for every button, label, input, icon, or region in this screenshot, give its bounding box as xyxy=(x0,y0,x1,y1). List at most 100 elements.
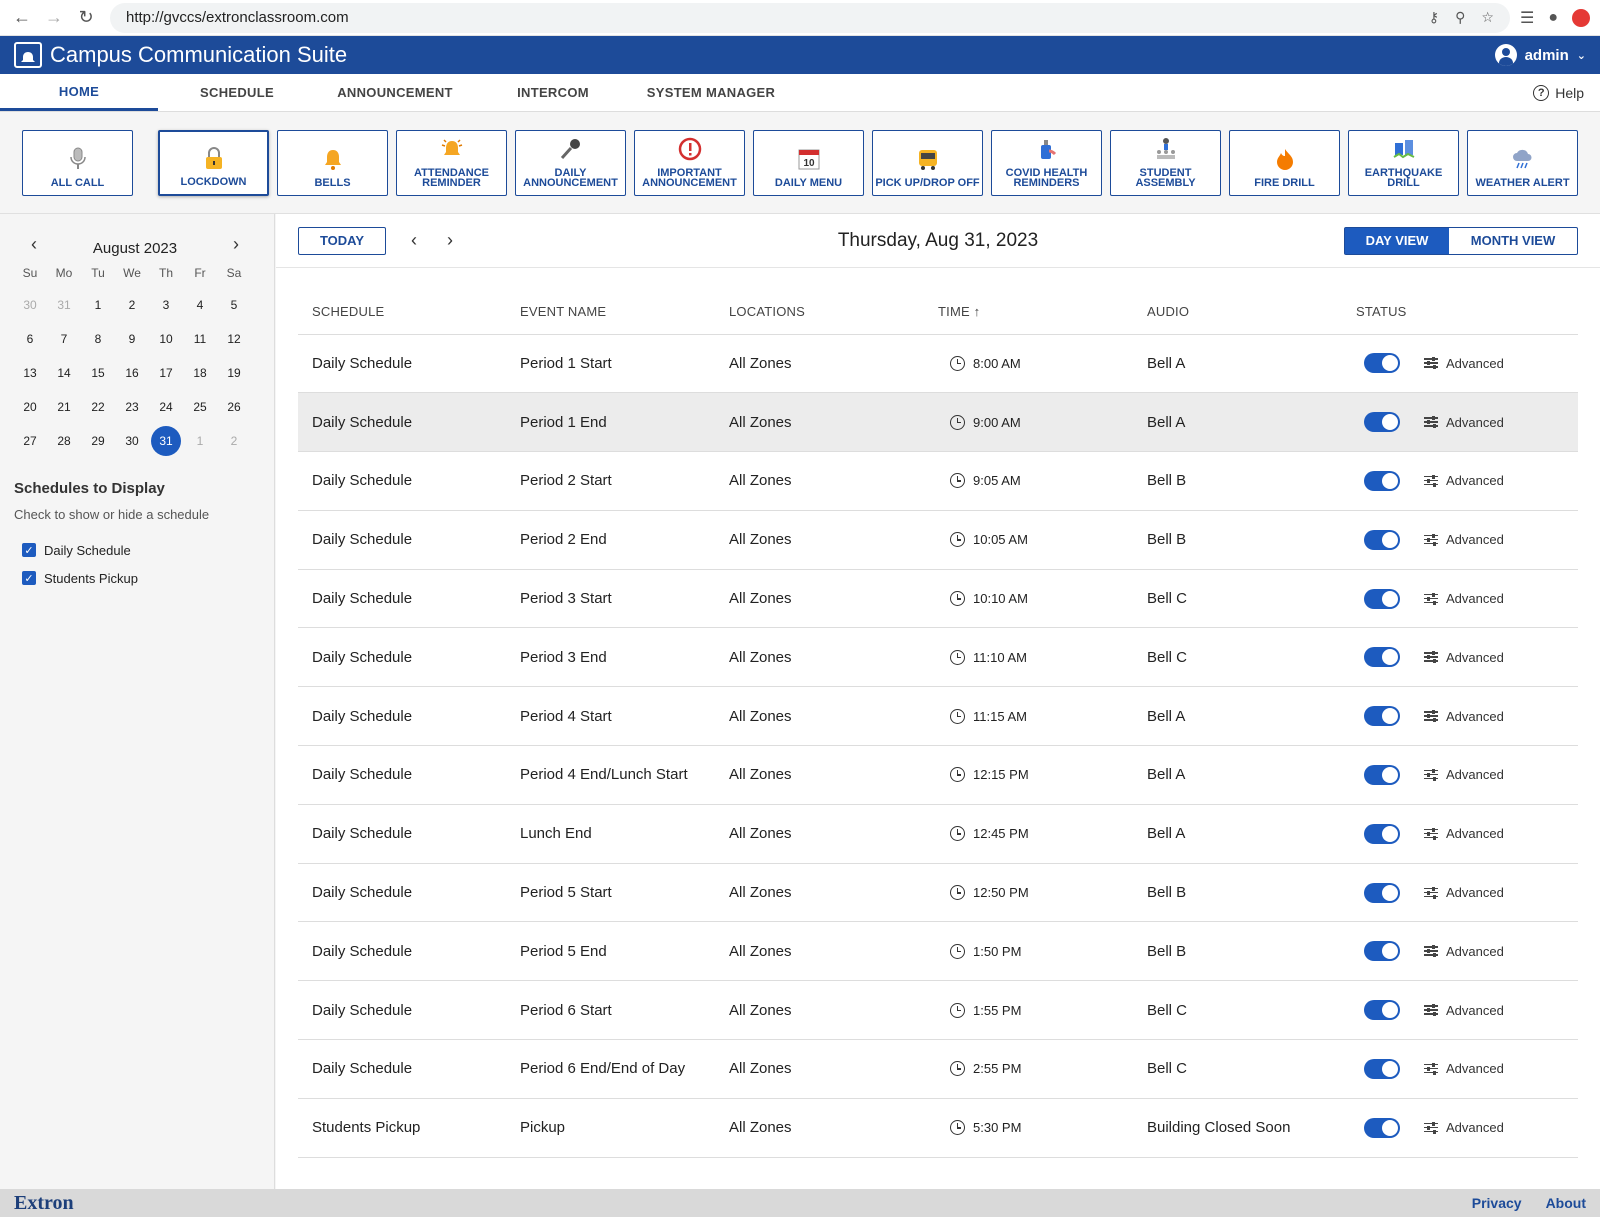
calendar-day[interactable]: 18 xyxy=(183,356,217,390)
status-toggle[interactable] xyxy=(1364,647,1400,668)
table-row[interactable]: Daily Schedule Period 5 End All Zones 1:50 … xyxy=(298,921,1578,982)
schedule-toggle-pickup[interactable]: ✓ Students Pickup xyxy=(22,564,274,592)
student-assembly-button[interactable]: STUDENT ASSEMBLY xyxy=(1110,130,1221,196)
column-header-audio[interactable]: AUDIO xyxy=(1133,290,1342,335)
calendar-day[interactable]: 2 xyxy=(217,424,251,458)
calendar-day[interactable]: 9 xyxy=(115,322,149,356)
important-announcement-button[interactable]: IMPORTANT ANNOUNCEMENT xyxy=(634,130,745,196)
reload-icon[interactable]: ↻ xyxy=(74,6,98,30)
tab-system-manager[interactable]: SYSTEM MANAGER xyxy=(632,74,790,111)
column-header-locations[interactable]: LOCATIONS xyxy=(715,290,924,335)
tab-announcement[interactable]: ANNOUNCEMENT xyxy=(316,74,474,111)
daily-menu-button[interactable]: 10 DAILY MENU xyxy=(753,130,864,196)
calendar-day[interactable]: 25 xyxy=(183,390,217,424)
table-row[interactable]: Daily Schedule Period 5 Start All Zones 12:… xyxy=(298,863,1578,923)
profile-icon[interactable]: ● xyxy=(1548,9,1558,27)
today-button[interactable]: TODAY xyxy=(298,226,386,255)
calendar-day[interactable]: 2 xyxy=(115,288,149,322)
calendar-day[interactable]: 29 xyxy=(81,424,115,458)
chevron-left-icon[interactable]: ‹ xyxy=(406,230,422,251)
calendar-day[interactable]: 24 xyxy=(149,390,183,424)
calendar-day[interactable]: 20 xyxy=(13,390,47,424)
table-row[interactable]: Daily Schedule Period 4 Start All Zones 11:… xyxy=(298,686,1578,747)
status-toggle[interactable] xyxy=(1364,1000,1400,1021)
day-view-button[interactable]: DAY VIEW xyxy=(1345,227,1449,254)
table-row[interactable]: Daily Schedule Period 3 End All Zones 11:10… xyxy=(298,627,1578,688)
status-toggle[interactable] xyxy=(1364,882,1400,903)
calendar-day[interactable]: 21 xyxy=(47,390,81,424)
table-row[interactable]: Daily Schedule Period 4 End/Lunch Start Al… xyxy=(298,745,1578,805)
column-header-schedule[interactable]: SCHEDULE xyxy=(298,290,506,335)
privacy-link[interactable]: Privacy xyxy=(1472,1195,1522,1211)
calendar-day[interactable]: 1 xyxy=(183,424,217,458)
table-row[interactable]: Daily Schedule Period 2 Start All Zones 9:0… xyxy=(298,451,1578,511)
key-icon[interactable]: ⚷ xyxy=(1429,9,1439,26)
advanced-button[interactable]: Advanced xyxy=(1424,1061,1504,1076)
table-row[interactable]: Daily Schedule Period 1 End All Zones 9:00 … xyxy=(298,392,1578,453)
calendar-day[interactable]: 23 xyxy=(115,390,149,424)
calendar-day[interactable]: 11 xyxy=(183,322,217,356)
calendar-day[interactable]: 22 xyxy=(81,390,115,424)
advanced-button[interactable]: Advanced xyxy=(1424,826,1504,841)
status-toggle[interactable] xyxy=(1364,470,1400,491)
calendar-day[interactable]: 16 xyxy=(115,356,149,390)
column-header-event-name[interactable]: EVENT NAME xyxy=(506,290,715,335)
covid-health-reminders-button[interactable]: COVID HEALTH REMINDERS xyxy=(991,130,1102,196)
bells-button[interactable]: BELLS xyxy=(277,130,388,196)
calendar-day[interactable]: 3 xyxy=(149,288,183,322)
calendar-day[interactable]: 14 xyxy=(47,356,81,390)
column-header-time[interactable]: TIME ↑ xyxy=(924,290,1133,335)
chevron-right-icon[interactable]: › xyxy=(442,230,458,251)
calendar-day[interactable]: 28 xyxy=(47,424,81,458)
advanced-button[interactable]: Advanced xyxy=(1424,1120,1504,1135)
table-row[interactable]: Daily Schedule Period 2 End All Zones 10:05… xyxy=(298,510,1578,570)
weather-alert-button[interactable]: WEATHER ALERT xyxy=(1467,130,1578,196)
chevron-left-icon[interactable]: ‹ xyxy=(24,234,44,255)
calendar-day-selected[interactable]: 31 xyxy=(149,424,183,458)
table-row[interactable]: Daily Schedule Period 6 End/End of Day All… xyxy=(298,1039,1578,1099)
calendar-day[interactable]: 6 xyxy=(13,322,47,356)
calendar-day[interactable]: 26 xyxy=(217,390,251,424)
daily-announcement-button[interactable]: DAILY ANNOUNCEMENT xyxy=(515,130,626,196)
status-toggle[interactable] xyxy=(1364,706,1400,727)
tab-intercom[interactable]: INTERCOM xyxy=(474,74,632,111)
sort-ascending-icon[interactable]: ↑ xyxy=(974,304,981,319)
calendar-day[interactable]: 5 xyxy=(217,288,251,322)
advanced-button[interactable]: Advanced xyxy=(1424,885,1504,900)
calendar-day[interactable]: 30 xyxy=(13,288,47,322)
tab-home[interactable]: HOME xyxy=(0,74,158,111)
calendar-day[interactable]: 31 xyxy=(47,288,81,322)
table-row[interactable]: Daily Schedule Period 1 Start All Zones 8:0… xyxy=(298,334,1578,394)
table-row[interactable]: Daily Schedule Lunch End All Zones 12:45 PM… xyxy=(298,804,1578,864)
status-toggle[interactable] xyxy=(1364,823,1400,844)
checkbox-checked-icon[interactable]: ✓ xyxy=(22,571,36,585)
pick-up-drop-off-button[interactable]: PICK UP/DROP OFF xyxy=(872,130,983,196)
advanced-button[interactable]: Advanced xyxy=(1424,473,1504,488)
advanced-button[interactable]: Advanced xyxy=(1424,591,1504,606)
table-row[interactable]: Daily Schedule Period 3 Start All Zones 10:… xyxy=(298,569,1578,629)
advanced-button[interactable]: Advanced xyxy=(1424,532,1504,547)
advanced-button[interactable]: Advanced xyxy=(1424,944,1504,959)
status-toggle[interactable] xyxy=(1364,412,1400,433)
advanced-button[interactable]: Advanced xyxy=(1424,356,1504,371)
help-link[interactable]: ? Help xyxy=(1533,74,1600,111)
lockdown-button[interactable]: LOCKDOWN xyxy=(158,130,269,196)
all-call-button[interactable]: ALL CALL xyxy=(22,130,133,196)
fire-drill-button[interactable]: FIRE DRILL xyxy=(1229,130,1340,196)
back-icon[interactable]: ← xyxy=(10,6,34,30)
status-toggle[interactable] xyxy=(1364,1058,1400,1079)
reading-list-icon[interactable]: ☰ xyxy=(1520,8,1534,28)
calendar-day[interactable]: 13 xyxy=(13,356,47,390)
column-header-status[interactable]: STATUS xyxy=(1342,290,1578,335)
schedule-toggle-daily[interactable]: ✓ Daily Schedule xyxy=(22,536,274,564)
advanced-button[interactable]: Advanced xyxy=(1424,1003,1504,1018)
table-row[interactable]: Students Pickup Pickup All Zones 5:30 PM Bui… xyxy=(298,1098,1578,1158)
tab-schedule[interactable]: SCHEDULE xyxy=(158,74,316,111)
attendance-reminder-button[interactable]: ATTENDANCE REMINDER xyxy=(396,130,507,196)
calendar-day[interactable]: 15 xyxy=(81,356,115,390)
status-toggle[interactable] xyxy=(1364,353,1400,374)
user-menu[interactable]: admin ⌄ xyxy=(1494,44,1586,66)
status-toggle[interactable] xyxy=(1364,1117,1400,1138)
calendar-day[interactable]: 12 xyxy=(217,322,251,356)
advanced-button[interactable]: Advanced xyxy=(1424,415,1504,430)
